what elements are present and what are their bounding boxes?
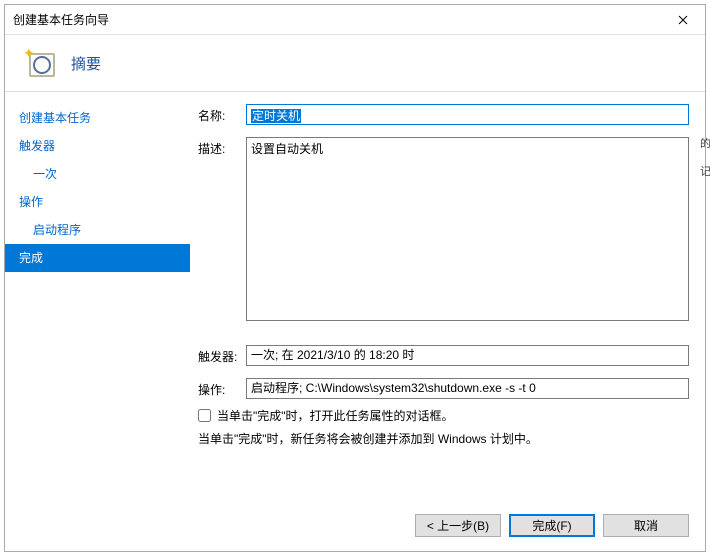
sidebar-item-finish[interactable]: 完成 bbox=[5, 244, 190, 272]
name-row: 名称: 定时关机 bbox=[198, 104, 689, 125]
sidebar-item-action[interactable]: 操作 bbox=[5, 188, 190, 216]
close-button[interactable] bbox=[660, 5, 705, 35]
header-section: ✦ 摘要 bbox=[5, 35, 705, 91]
right-strip: 的 记 bbox=[700, 135, 710, 179]
finish-button[interactable]: 完成(F) bbox=[509, 514, 595, 537]
wizard-window: 创建基本任务向导 ✦ 摘要 创建基本任务 触发器 一次 操作 启动程序 完成 名… bbox=[4, 4, 706, 552]
sidebar-item-trigger[interactable]: 触发器 bbox=[5, 132, 190, 160]
action-row: 操作: 启动程序; C:\Windows\system32\shutdown.e… bbox=[198, 378, 689, 399]
name-label: 名称: bbox=[198, 104, 246, 124]
info-text: 当单击"完成"时，新任务将会被创建并添加到 Windows 计划中。 bbox=[198, 430, 689, 447]
checkbox-label: 当单击"完成"时，打开此任务属性的对话框。 bbox=[217, 407, 454, 424]
desc-input[interactable] bbox=[246, 137, 689, 321]
open-properties-checkbox[interactable] bbox=[198, 409, 211, 422]
action-label: 操作: bbox=[198, 378, 246, 398]
form-area: 名称: 定时关机 描述: 触发器: 一次; 在 2021/3/10 的 18:2… bbox=[198, 92, 689, 494]
sidebar-item-once[interactable]: 一次 bbox=[5, 160, 190, 188]
close-icon bbox=[678, 15, 688, 25]
sidebar: 创建基本任务 触发器 一次 操作 启动程序 完成 bbox=[5, 92, 190, 504]
desc-label: 描述: bbox=[198, 137, 246, 157]
body: 创建基本任务 触发器 一次 操作 启动程序 完成 名称: 定时关机 描述: 触发… bbox=[5, 91, 705, 504]
wizard-icon: ✦ bbox=[25, 47, 57, 79]
sidebar-item-start-program[interactable]: 启动程序 bbox=[5, 216, 190, 244]
cancel-button[interactable]: 取消 bbox=[603, 514, 689, 537]
content: 名称: 定时关机 描述: 触发器: 一次; 在 2021/3/10 的 18:2… bbox=[190, 92, 705, 504]
action-value: 启动程序; C:\Windows\system32\shutdown.exe -… bbox=[246, 378, 689, 399]
name-value: 定时关机 bbox=[251, 109, 301, 123]
desc-row: 描述: bbox=[198, 137, 689, 321]
back-button[interactable]: < 上一步(B) bbox=[415, 514, 501, 537]
page-title: 摘要 bbox=[71, 53, 101, 74]
trigger-value: 一次; 在 2021/3/10 的 18:20 时 bbox=[246, 345, 689, 366]
titlebar: 创建基本任务向导 bbox=[5, 5, 705, 35]
button-row: < 上一步(B) 完成(F) 取消 bbox=[5, 504, 705, 551]
sidebar-item-create-task[interactable]: 创建基本任务 bbox=[5, 104, 190, 132]
trigger-label: 触发器: bbox=[198, 345, 246, 365]
trigger-row: 触发器: 一次; 在 2021/3/10 的 18:20 时 bbox=[198, 345, 689, 366]
name-input[interactable]: 定时关机 bbox=[246, 104, 689, 125]
window-title: 创建基本任务向导 bbox=[13, 11, 109, 28]
checkbox-row: 当单击"完成"时，打开此任务属性的对话框。 bbox=[198, 407, 689, 424]
